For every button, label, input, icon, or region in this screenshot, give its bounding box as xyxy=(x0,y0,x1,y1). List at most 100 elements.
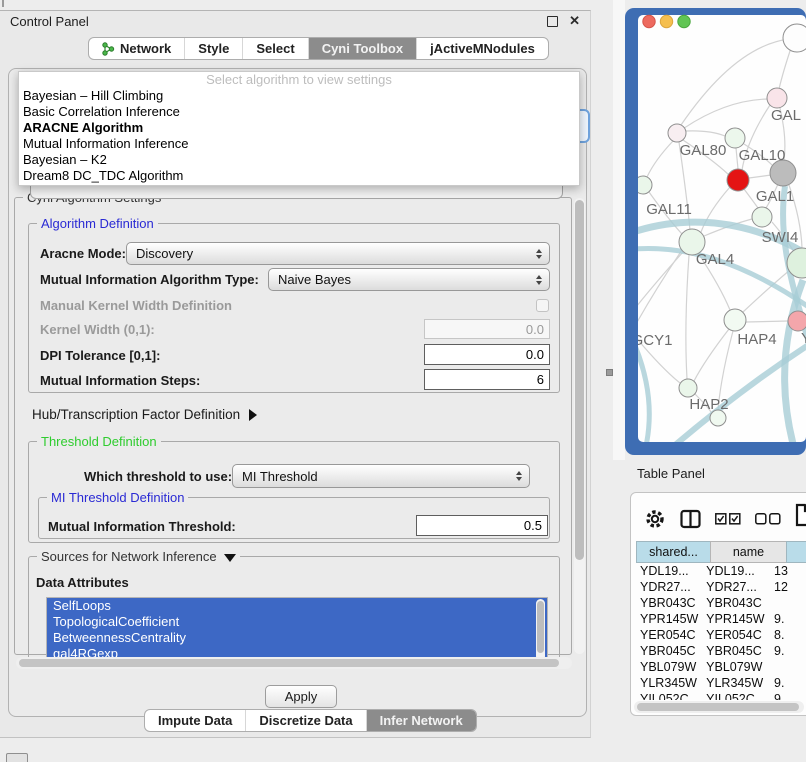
node-label-gal1: GAL1 xyxy=(756,188,794,205)
kernel-width-field[interactable] xyxy=(424,319,550,339)
table-row[interactable]: YPR145WYPR145W9. xyxy=(636,611,806,627)
tab-impute-data[interactable]: Impute Data xyxy=(145,710,246,731)
node-y[interactable] xyxy=(788,311,806,331)
tab-label: Cyni Toolbox xyxy=(322,41,403,56)
tab-style[interactable]: Style xyxy=(185,38,243,59)
table-row[interactable]: YBL079WYBL079W xyxy=(636,659,806,675)
table-horizontal-scrollbar[interactable] xyxy=(634,701,804,713)
tab-infer-network[interactable]: Infer Network xyxy=(367,710,476,731)
table-cell: YDL19... xyxy=(702,563,770,579)
table-cell: YBR045C xyxy=(702,643,770,659)
tab-network[interactable]: Network xyxy=(89,38,185,59)
algorithm-item-aracne-algorithm[interactable]: ARACNE Algorithm xyxy=(19,120,579,136)
table-cell: YBR043C xyxy=(702,595,770,611)
manual-kernel-label: Manual Kernel Width Definition xyxy=(40,298,232,313)
table-cell: 9. xyxy=(770,611,806,627)
traffic-light-close-icon[interactable] xyxy=(643,15,655,27)
which-threshold-combobox[interactable]: MI Threshold xyxy=(232,464,530,488)
algorithm-item-dream8-dc-tdc-algorithm[interactable]: Dream8 DC_TDC Algorithm xyxy=(19,168,579,184)
tab-label: Style xyxy=(198,41,229,56)
column-header-name[interactable]: name xyxy=(710,541,786,563)
table-cell: YBR043C xyxy=(636,595,702,611)
table-panel-title: Table Panel xyxy=(637,466,705,481)
algorithm-item-bayesian-k2[interactable]: Bayesian – K2 xyxy=(19,152,579,168)
splitter-grip[interactable] xyxy=(606,369,613,376)
hub-definition-toggle[interactable]: Hub/Transcription Factor Definition xyxy=(32,407,257,422)
tab-label: Infer Network xyxy=(380,713,463,728)
node-gal[interactable] xyxy=(767,88,787,108)
algorithm-item-bayesian-hill-climbing[interactable]: Bayesian – Hill Climbing xyxy=(19,88,579,104)
table-cell: YIL052C xyxy=(636,691,702,700)
float-window-icon[interactable] xyxy=(547,16,558,27)
tab-jactivemnodules[interactable]: jActiveMNodules xyxy=(417,38,548,59)
apply-button[interactable]: Apply xyxy=(265,685,337,708)
node-unlabeled[interactable] xyxy=(783,24,806,52)
table-cell: YER054C xyxy=(636,627,702,643)
aracne-mode-value: Discovery xyxy=(136,246,193,261)
aracne-mode-combobox[interactable]: Discovery xyxy=(126,242,550,265)
table-row[interactable]: YIL052CYIL052C9. xyxy=(636,691,806,700)
settings-vertical-scrollbar[interactable] xyxy=(574,198,585,654)
close-icon[interactable]: ✕ xyxy=(569,13,580,29)
attribute-item-betweennesscentrality[interactable]: BetweennessCentrality xyxy=(47,630,547,646)
tab-discretize-data[interactable]: Discretize Data xyxy=(246,710,366,731)
table-row[interactable]: YLR345WYLR345W9. xyxy=(636,675,806,691)
deselect-all-checkboxes-icon[interactable] xyxy=(755,513,781,525)
column-header-col2[interactable] xyxy=(786,541,806,563)
sources-group-title[interactable]: Sources for Network Inference xyxy=(37,549,240,564)
split-view-icon[interactable] xyxy=(680,509,701,529)
gear-icon[interactable] xyxy=(644,508,666,530)
tab-select[interactable]: Select xyxy=(243,38,308,59)
expand-right-icon xyxy=(249,409,257,421)
attributes-list-scrollbar-thumb[interactable] xyxy=(537,601,544,653)
control-panel-title: Control Panel xyxy=(10,14,89,29)
table-row[interactable]: YBR043CYBR043C xyxy=(636,595,806,611)
table-cell xyxy=(770,659,806,675)
table-header-row: shared...name xyxy=(636,541,806,563)
traffic-light-minimize-icon[interactable] xyxy=(660,15,672,27)
algorithm-definition-title: Algorithm Definition xyxy=(37,216,158,231)
node-gal10[interactable] xyxy=(725,128,745,148)
table-row[interactable]: YDL19...YDL19...13 xyxy=(636,563,806,579)
mi-threshold-field[interactable] xyxy=(416,515,548,536)
algorithm-item-mutual-information-inference[interactable]: Mutual Information Inference xyxy=(19,136,579,152)
node-gal1[interactable] xyxy=(727,169,749,191)
stepper-icon xyxy=(536,249,542,259)
table-horizontal-scrollbar-thumb[interactable] xyxy=(637,703,799,711)
table-row[interactable]: YBR045CYBR045C9. xyxy=(636,643,806,659)
attributes-list-scrollbar[interactable] xyxy=(536,599,545,661)
attribute-item-topologicalcoefficient[interactable]: TopologicalCoefficient xyxy=(47,614,547,630)
table-cell: 9. xyxy=(770,691,806,700)
node-gal80[interactable] xyxy=(668,124,686,142)
desktop-gap xyxy=(613,0,625,460)
settings-horizontal-scrollbar[interactable] xyxy=(16,657,572,669)
which-threshold-value: MI Threshold xyxy=(242,469,318,484)
manual-kernel-checkbox[interactable] xyxy=(536,299,549,312)
dpi-tolerance-field[interactable] xyxy=(424,344,550,365)
table-row[interactable]: YER054CYER054C8. xyxy=(636,627,806,643)
settings-horizontal-scrollbar-thumb[interactable] xyxy=(19,659,559,667)
column-header-shared[interactable]: shared... xyxy=(636,541,710,563)
stepper-icon xyxy=(516,471,522,481)
select-all-checkboxes-icon[interactable] xyxy=(715,513,741,525)
tab-cyni-toolbox[interactable]: Cyni Toolbox xyxy=(309,38,417,59)
new-page-icon[interactable] xyxy=(795,503,806,527)
stepper-icon xyxy=(536,275,542,285)
bottom-left-partial-button[interactable] xyxy=(6,753,28,762)
attribute-item-selfloops[interactable]: SelfLoops xyxy=(47,598,547,614)
mi-type-combobox[interactable]: Naive Bayes xyxy=(268,268,550,291)
control-panel-tabs: Network Style Select Cyni Toolbox jActiveMNo… xyxy=(88,37,549,60)
table-cell: YER054C xyxy=(702,627,770,643)
app-root: Control Panel ✕ Network Style Select Cyni T… xyxy=(0,0,806,762)
traffic-light-zoom-icon[interactable] xyxy=(678,15,690,27)
mi-steps-field[interactable] xyxy=(424,369,550,390)
settings-vertical-scrollbar-thumb[interactable] xyxy=(575,200,584,560)
algorithm-item-basic-correlation-inference[interactable]: Basic Correlation Inference xyxy=(19,104,579,120)
table-cell: 8. xyxy=(770,627,806,643)
node-hap2[interactable] xyxy=(679,379,697,397)
kernel-width-label: Kernel Width (0,1): xyxy=(40,322,155,337)
node-swi4[interactable] xyxy=(752,207,772,227)
network-view-window[interactable]: GALGAL80GAL10GAL1GAL11SWI4GAL4GCY1HAP4YH… xyxy=(625,8,806,455)
table-row[interactable]: YDR27...YDR27...12 xyxy=(636,579,806,595)
node-hap4[interactable] xyxy=(724,309,746,331)
